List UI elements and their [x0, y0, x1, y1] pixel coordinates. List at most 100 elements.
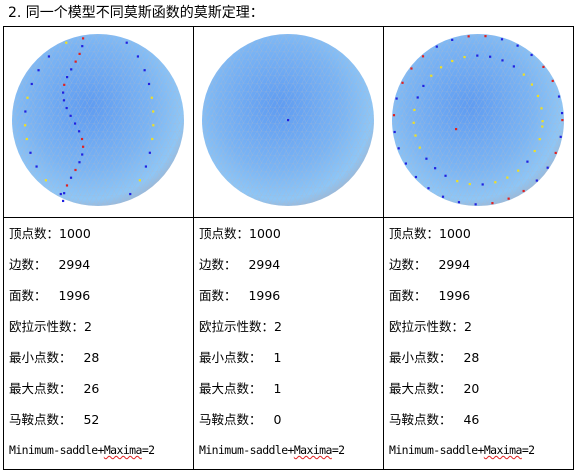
stat-value: 20 — [463, 381, 480, 396]
stat-value: 28 — [463, 350, 480, 365]
critical-point-marker — [474, 203, 477, 206]
stat-value: 2 — [274, 319, 282, 334]
critical-point-marker — [24, 110, 27, 113]
mesh-overlay — [12, 34, 184, 206]
morse-formula: Minimum-saddle+Maxima=2 — [199, 435, 383, 466]
critical-point-marker — [47, 55, 51, 58]
stat-saddle: 马鞍点数： 0 — [199, 404, 383, 435]
stat-min: 最小点数： 1 — [199, 342, 383, 373]
stat-label: 面数： — [389, 288, 427, 303]
critical-point-marker — [74, 168, 77, 172]
critical-point-marker — [526, 160, 529, 163]
stat-label: 最小点数： — [9, 350, 72, 365]
critical-point-marker — [25, 137, 28, 141]
critical-point-marker — [125, 41, 128, 44]
critical-point-marker — [392, 114, 396, 117]
critical-point-marker — [24, 124, 27, 127]
critical-point-marker — [80, 137, 84, 141]
stat-value: 2994 — [438, 257, 471, 272]
critical-point-marker — [81, 153, 84, 156]
stat-value: 1000 — [59, 226, 91, 241]
critical-point-marker — [434, 167, 437, 170]
stat-edges: 边数： 2994 — [199, 249, 383, 280]
stat-value: 1000 — [439, 226, 471, 241]
critical-point-marker — [451, 59, 454, 63]
critical-point-marker — [44, 179, 47, 182]
stat-label: 最小点数： — [389, 350, 452, 365]
critical-point-marker — [541, 120, 544, 123]
stat-value: 46 — [463, 412, 480, 427]
critical-point-marker — [148, 151, 151, 154]
critical-point-marker — [152, 124, 155, 127]
critical-point-marker — [536, 94, 540, 98]
critical-point-marker — [69, 176, 73, 179]
critical-point-marker — [522, 73, 525, 76]
sphere-cell-2 — [193, 26, 384, 218]
critical-point-marker — [517, 169, 520, 172]
critical-point-marker — [30, 82, 33, 86]
formula-part: Minimum-saddle+ — [9, 443, 104, 457]
critical-point-marker — [412, 121, 415, 124]
critical-point-marker — [81, 145, 85, 148]
critical-point-marker — [26, 96, 29, 99]
critical-point-marker — [484, 35, 487, 38]
critical-point-marker — [138, 179, 141, 182]
spellcheck-word: Maxima — [483, 443, 523, 457]
critical-point-marker — [63, 83, 66, 86]
critical-point-marker — [456, 180, 459, 183]
stat-label: 欧拉示性数： — [199, 319, 275, 334]
critical-point-marker — [540, 107, 543, 110]
spellcheck-word: Maxima — [293, 443, 333, 457]
formula-part: =2 — [141, 443, 155, 457]
critical-point-marker — [455, 128, 458, 131]
critical-point-marker — [522, 189, 525, 193]
stat-value: 1996 — [248, 288, 281, 303]
critical-point-marker — [561, 119, 564, 122]
critical-point-marker — [494, 181, 497, 184]
stat-euler: 欧拉示性数：2 — [389, 311, 573, 342]
stat-saddle: 马鞍点数： 52 — [9, 404, 193, 435]
stats-cell: 顶点数：1000 边数： 2994 面数： 1996 欧拉示性数：2 最小点数： 28 最… — [383, 217, 574, 470]
morse-formula: Minimum-saddle+Maxima=2 — [9, 435, 193, 466]
stat-vertices: 顶点数：1000 — [199, 218, 383, 249]
critical-point-marker — [395, 97, 398, 100]
stat-max: 最大点数： 26 — [9, 373, 193, 404]
critical-point-marker — [463, 55, 466, 59]
critical-point-marker — [533, 149, 536, 153]
critical-point-marker — [150, 96, 153, 99]
stats-cell: 顶点数：1000 边数： 2994 面数： 1996 欧拉示性数：2 最小点数： 28 最… — [3, 217, 194, 470]
stat-edges: 边数： 2994 — [9, 249, 193, 280]
stat-min: 最小点数： 28 — [389, 342, 573, 373]
stat-label: 面数： — [199, 288, 237, 303]
stat-value: 1 — [273, 381, 282, 396]
critical-point-marker — [62, 99, 66, 102]
critical-point-marker — [393, 130, 396, 134]
stat-value: 28 — [83, 350, 100, 365]
critical-point-marker — [397, 147, 400, 150]
stat-label: 马鞍点数： — [9, 412, 72, 427]
morse-table: 顶点数：1000 边数： 2994 面数： 1996 欧拉示性数：2 最小点数： 28 最… — [3, 26, 574, 470]
critical-point-marker — [441, 195, 445, 198]
critical-point-marker — [144, 165, 148, 168]
critical-point-marker — [476, 54, 479, 57]
critical-point-marker — [541, 125, 544, 128]
stat-euler: 欧拉示性数：2 — [9, 311, 193, 342]
stat-label: 面数： — [9, 288, 47, 303]
critical-point-marker — [63, 192, 66, 195]
stat-value: 2994 — [248, 257, 281, 272]
critical-point-marker — [481, 183, 484, 186]
stat-label: 最小点数： — [199, 350, 262, 365]
stat-value: 2 — [84, 319, 92, 334]
critical-point-marker — [73, 122, 77, 125]
critical-point-marker — [143, 69, 146, 72]
critical-point-marker — [410, 67, 413, 70]
critical-point-marker — [81, 37, 85, 40]
critical-point-marker — [418, 146, 421, 149]
critical-point-marker — [512, 65, 515, 68]
critical-point-marker — [491, 202, 494, 205]
critical-point-marker — [404, 162, 407, 165]
stat-label: 边数： — [199, 257, 237, 272]
stats-cell: 顶点数：1000 边数： 2994 面数： 1996 欧拉示性数：2 最小点数： 1 最大… — [193, 217, 384, 470]
critical-point-marker — [66, 76, 69, 79]
critical-point-marker — [500, 38, 504, 41]
